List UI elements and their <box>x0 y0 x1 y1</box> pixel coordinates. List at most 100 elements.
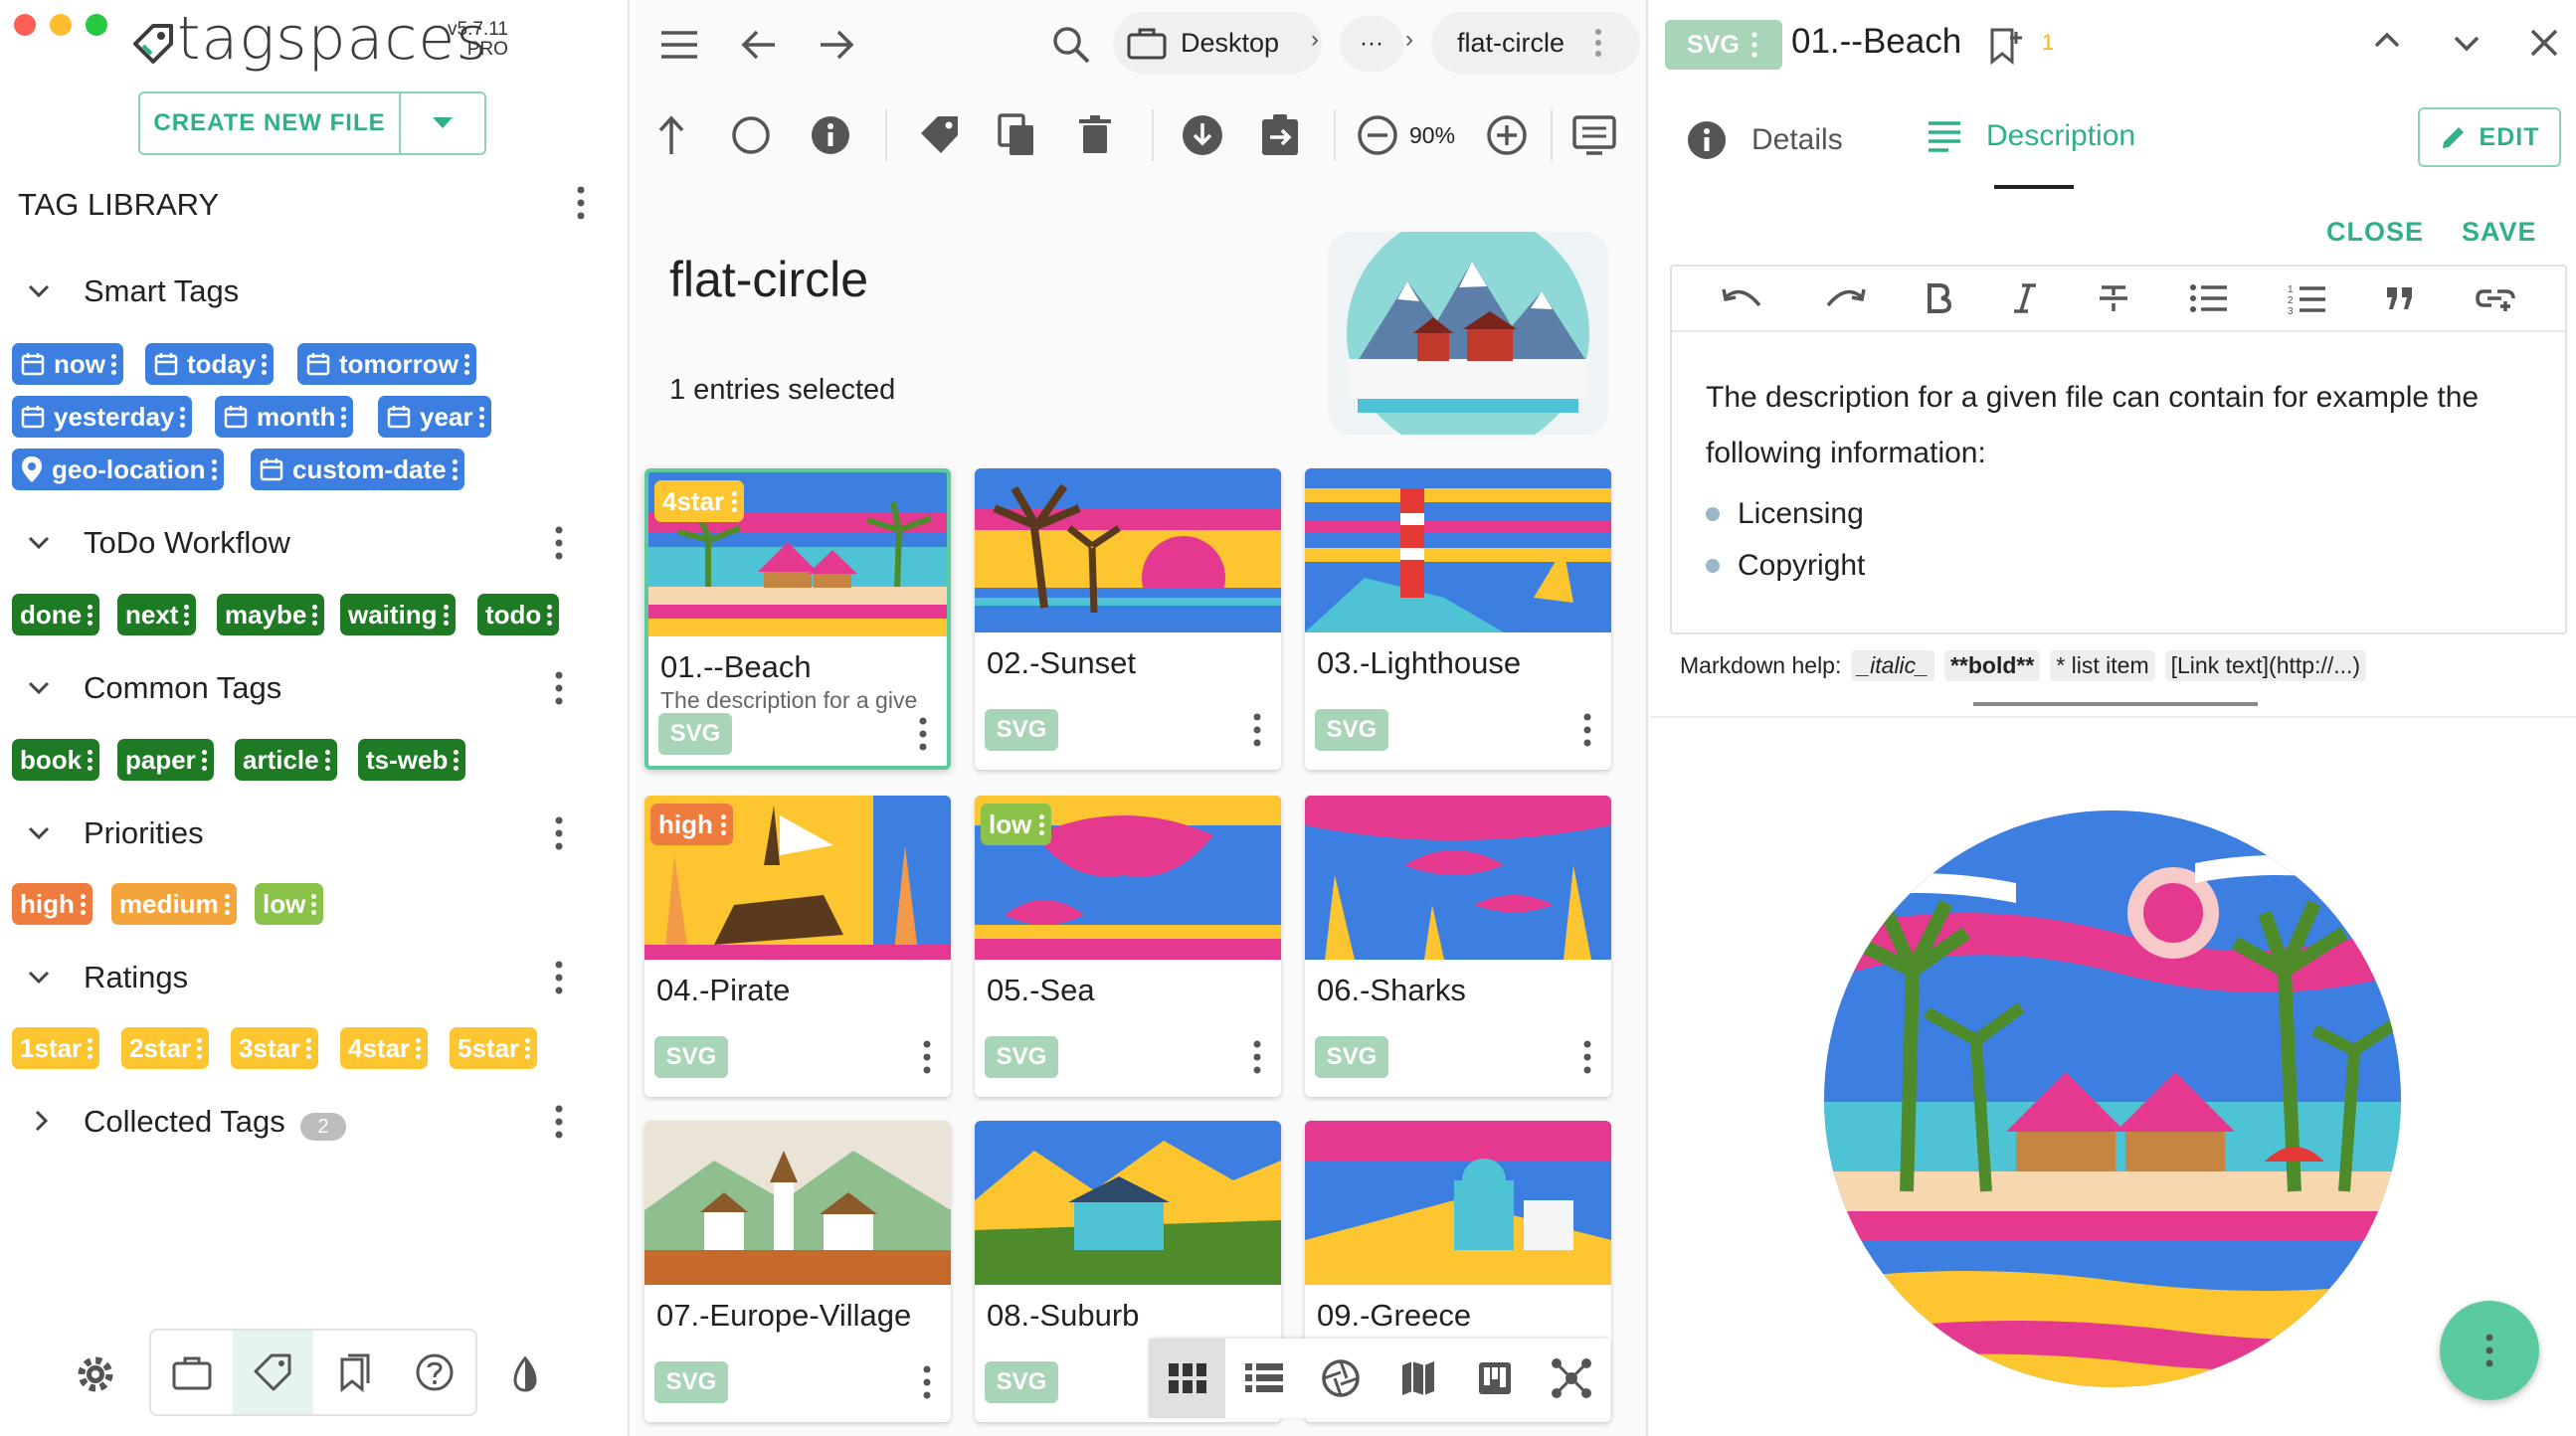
tag-4star[interactable]: 4star <box>340 1027 429 1069</box>
tag-done[interactable]: done <box>12 594 100 635</box>
group-menu-icon[interactable] <box>541 956 577 999</box>
zoom-out-icon[interactable] <box>1350 107 1405 163</box>
help-nav-button[interactable] <box>395 1331 476 1414</box>
file-tag-4star[interactable]: 4star <box>654 480 745 522</box>
file-menu-icon[interactable] <box>1577 1036 1597 1078</box>
export-icon[interactable] <box>1252 107 1308 163</box>
tag-maybe[interactable]: maybe <box>217 594 325 635</box>
search-icon[interactable] <box>1043 17 1099 73</box>
file-extension-badge[interactable]: SVG <box>985 1361 1058 1403</box>
info-icon[interactable] <box>803 107 858 163</box>
blockquote-icon[interactable] <box>2385 285 2415 311</box>
tab-description[interactable]: Description <box>1927 119 2135 153</box>
bullet-list-icon[interactable] <box>2189 283 2228 313</box>
zoom-in-icon[interactable] <box>1479 107 1535 163</box>
bookmarks-nav-button[interactable] <box>313 1331 395 1414</box>
file-extension-badge[interactable]: SVG <box>1315 709 1388 751</box>
close-icon[interactable] <box>2529 28 2559 58</box>
create-new-file-label[interactable]: CREATE NEW FILE <box>140 93 401 153</box>
file-extension-badge[interactable]: SVG <box>654 1361 728 1403</box>
chevron-right-icon[interactable] <box>26 1106 60 1140</box>
library-menu-icon[interactable] <box>563 181 599 225</box>
tag-1star[interactable]: 1star <box>12 1027 100 1069</box>
add-bookmark-icon[interactable] <box>1988 26 2024 66</box>
tag-month[interactable]: month <box>215 396 354 438</box>
file-card-04-pirate[interactable]: high 04.-Pirate SVG <box>644 796 951 1097</box>
settings-gear-icon[interactable] <box>74 1352 117 1396</box>
tag-yesterday[interactable]: yesterday <box>12 396 193 438</box>
file-card-02-sunset[interactable]: 02.-Sunset SVG <box>975 468 1281 770</box>
select-all-icon[interactable] <box>723 107 779 163</box>
file-extension-badge[interactable]: SVG <box>654 1036 728 1078</box>
folder-menu-icon[interactable] <box>1594 28 1602 58</box>
back-arrow-icon[interactable] <box>731 17 787 73</box>
edit-description-button[interactable]: EDIT <box>2418 107 2561 167</box>
theme-toggle-icon[interactable] <box>505 1354 545 1394</box>
file-menu-icon[interactable] <box>1247 709 1267 751</box>
location-breadcrumb[interactable]: Desktop <box>1113 12 1322 74</box>
chevron-down-icon[interactable] <box>24 817 58 851</box>
parent-folder-icon[interactable] <box>644 107 699 163</box>
file-card-01-beach[interactable]: 4star 01.--Beach The description for a g… <box>644 468 951 770</box>
tag-custom-date[interactable]: custom-date <box>251 449 464 490</box>
tag-waiting[interactable]: waiting <box>340 594 456 635</box>
italic-icon[interactable] <box>2012 283 2038 313</box>
menu-icon[interactable] <box>651 17 707 73</box>
tag-5star[interactable]: 5star <box>450 1027 538 1069</box>
tag-library-nav-button[interactable] <box>232 1331 313 1414</box>
file-tag-high[interactable]: high <box>650 804 733 845</box>
tag-medium[interactable]: medium <box>111 883 237 925</box>
group-menu-icon[interactable] <box>541 811 577 855</box>
tag-year[interactable]: year <box>378 396 491 438</box>
current-folder-breadcrumb[interactable]: flat-circle <box>1431 12 1640 74</box>
file-card-05-sea[interactable]: low 05.-Sea SVG <box>975 796 1281 1097</box>
gallery-view-button[interactable] <box>1303 1339 1380 1418</box>
badge-menu-icon[interactable] <box>1751 32 1757 58</box>
tag-2star[interactable]: 2star <box>121 1027 210 1069</box>
tag-today[interactable]: today <box>145 343 275 385</box>
entry-actions-fab[interactable] <box>2440 1301 2539 1400</box>
window-maximize-button[interactable] <box>86 14 107 36</box>
group-title-common-tags[interactable]: Common Tags <box>84 670 281 706</box>
chevron-down-icon[interactable] <box>24 527 58 561</box>
tab-details[interactable]: Details <box>1686 119 1843 161</box>
tag-ts-web[interactable]: ts-web <box>358 739 466 781</box>
markdown-editor[interactable]: 123 The description for a given file can… <box>1670 265 2567 634</box>
file-extension-badge[interactable]: SVG <box>985 709 1058 751</box>
chevron-down-icon[interactable] <box>24 962 58 995</box>
file-extension-badge[interactable]: SVG <box>985 1036 1058 1078</box>
save-description-button[interactable]: SAVE <box>2462 217 2537 248</box>
group-menu-icon[interactable] <box>541 521 577 565</box>
tag-tomorrow[interactable]: tomorrow <box>297 343 476 385</box>
map-view-button[interactable] <box>1380 1339 1456 1418</box>
group-title-collected-tags[interactable]: Collected Tags <box>84 1104 285 1140</box>
tag-article[interactable]: article <box>235 739 337 781</box>
chevron-down-icon[interactable] <box>2452 34 2482 54</box>
tag-high[interactable]: high <box>12 883 92 925</box>
file-tag-low[interactable]: low <box>981 804 1052 845</box>
insert-link-icon[interactable] <box>2475 285 2515 311</box>
file-menu-icon[interactable] <box>917 1036 937 1078</box>
tag-book[interactable]: book <box>12 739 100 781</box>
window-close-button[interactable] <box>14 14 36 36</box>
window-minimize-button[interactable] <box>50 14 72 36</box>
file-extension-badge[interactable]: SVG <box>658 713 732 755</box>
file-card-03-lighthouse[interactable]: 03.-Lighthouse SVG <box>1305 468 1611 770</box>
mindmap-view-button[interactable] <box>1534 1339 1610 1418</box>
redo-icon[interactable] <box>1824 285 1866 311</box>
tag-geo-location[interactable]: geo-location <box>12 449 224 490</box>
file-type-badge[interactable]: SVG <box>1665 20 1782 70</box>
chevron-down-icon[interactable] <box>24 672 58 706</box>
tag-files-icon[interactable] <box>912 107 968 163</box>
breadcrumb-ellipsis[interactable]: ··· <box>1340 16 1403 72</box>
group-title-smart-tags[interactable]: Smart Tags <box>84 273 239 309</box>
panel-resize-handle[interactable] <box>1973 702 2258 706</box>
file-card-07-europe-village[interactable]: 07.-Europe-Village SVG <box>644 1121 951 1422</box>
open-in-system-icon[interactable] <box>1175 107 1230 163</box>
tag-paper[interactable]: paper <box>117 739 214 781</box>
create-dropdown-button[interactable] <box>401 93 484 153</box>
file-menu-icon[interactable] <box>917 1361 937 1403</box>
list-view-button[interactable] <box>1225 1339 1302 1418</box>
group-title-priorities[interactable]: Priorities <box>84 815 204 851</box>
forward-arrow-icon[interactable] <box>809 17 864 73</box>
